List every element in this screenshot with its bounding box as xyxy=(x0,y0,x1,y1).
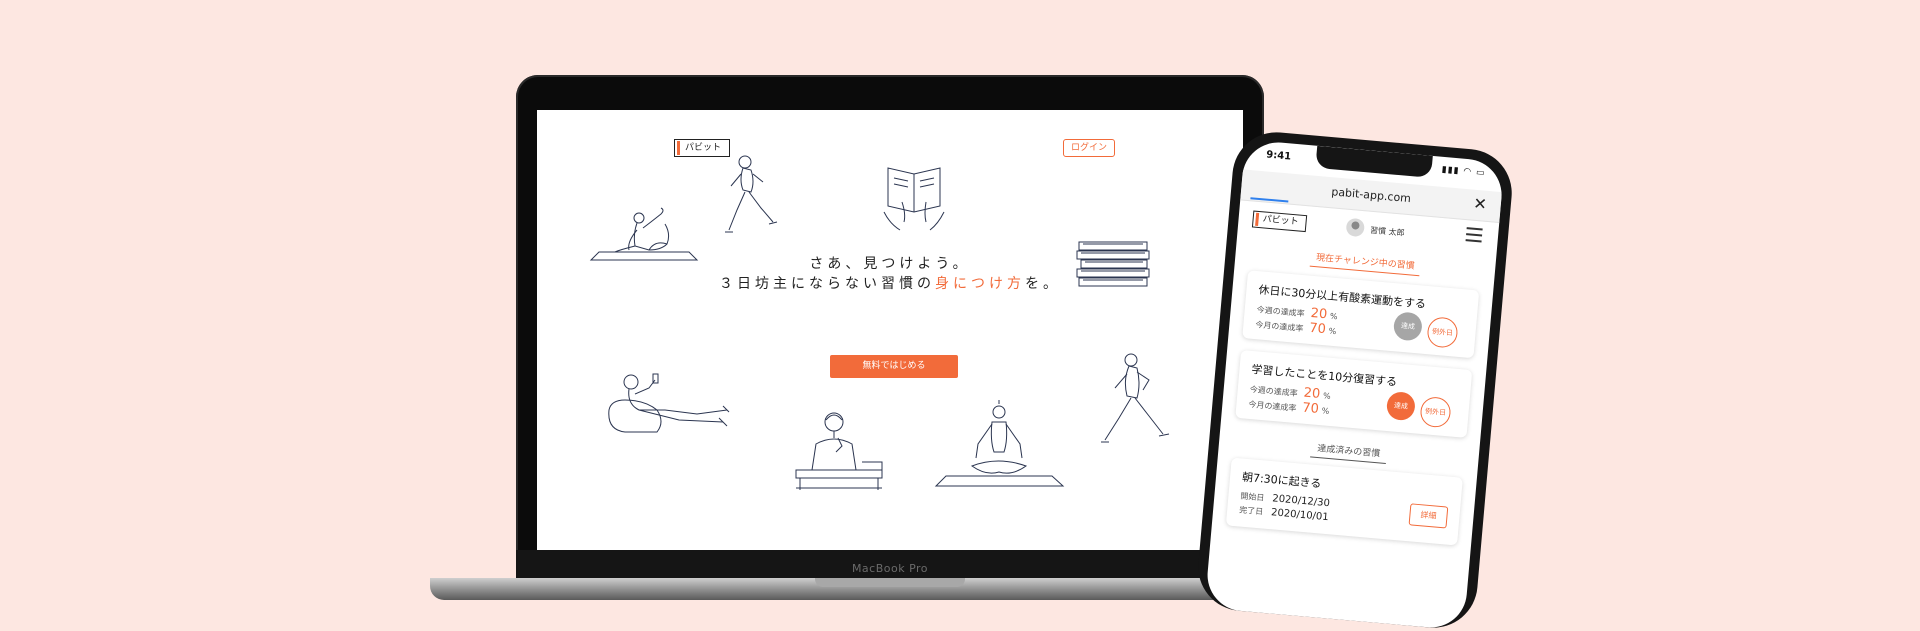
hero-headline-end: を。 xyxy=(1025,276,1061,292)
hero-headline-text: ３日坊主にならない習慣の xyxy=(719,276,935,292)
status-time: 9:41 xyxy=(1265,149,1292,163)
reading-book-illustration xyxy=(880,162,950,232)
laptop-brand-label: MacBook Pro xyxy=(851,562,929,575)
monthly-rate-label: 今月の達成率 xyxy=(1255,320,1304,334)
user-name: 習慣 太郎 xyxy=(1369,225,1405,238)
weekly-rate-percent: % xyxy=(1322,391,1332,401)
close-icon[interactable]: ✕ xyxy=(1473,194,1488,214)
user-avatar-icon[interactable] xyxy=(1345,217,1366,238)
habit-card[interactable]: 学習したことを10分復習する 今週の達成率 20% 今月の達成率 70% 達成 例外… xyxy=(1235,349,1473,438)
hero-headline-line1: さあ、見つけよう。 xyxy=(809,256,971,272)
phone-screen: 9:41 ▮▮▮ ◠ ▭ pabit-app.com ✕ パビット 習慣 太郎 … xyxy=(1204,139,1505,631)
login-button[interactable]: ログイン xyxy=(1063,139,1116,157)
achieve-button[interactable]: 達成 xyxy=(1385,390,1417,422)
laptop-hinge-notch xyxy=(815,578,965,587)
runner-man-illustration xyxy=(1097,350,1172,455)
start-date-label: 開始日 xyxy=(1240,491,1265,503)
start-free-button[interactable]: 無料ではじめる xyxy=(830,355,958,378)
thinking-man-desk-illustration xyxy=(792,408,887,493)
exception-day-button[interactable]: 例外日 xyxy=(1426,316,1459,349)
achieve-button[interactable]: 達成 xyxy=(1392,311,1424,342)
meditation-illustration xyxy=(932,400,1067,490)
status-icons: ▮▮▮ ◠ ▭ xyxy=(1441,164,1486,179)
weekly-rate-value: 20 xyxy=(1309,305,1328,323)
achieved-habit-title: 朝7:30に起きる xyxy=(1241,470,1322,491)
weekly-rate-value: 20 xyxy=(1303,385,1321,402)
end-date-value: 2020/10/01 xyxy=(1270,507,1330,524)
monthly-rate-label: 今月の達成率 xyxy=(1248,399,1297,413)
app-logo[interactable]: パビット xyxy=(1251,210,1308,233)
end-date-label: 完了日 xyxy=(1238,505,1264,517)
monthly-rate-percent: % xyxy=(1321,406,1330,416)
relaxing-phone-illustration xyxy=(605,370,735,435)
achieved-habits-heading-text: 達成済みの習慣 xyxy=(1310,440,1387,464)
phone-device: 9:41 ▮▮▮ ◠ ▭ pabit-app.com ✕ パビット 習慣 太郎 … xyxy=(1194,128,1516,631)
monthly-rate-percent: % xyxy=(1328,326,1337,337)
habit-card[interactable]: 休日に30分以上有酸素運動をする 今週の達成率 20% 今月の達成率 70% 達成 … xyxy=(1242,270,1480,359)
hero-headline-accent: 身につけ方 xyxy=(935,276,1025,292)
monthly-rate-value: 70 xyxy=(1308,320,1327,338)
start-date-value: 2020/12/30 xyxy=(1271,493,1331,510)
detail-button[interactable]: 詳細 xyxy=(1408,503,1449,529)
url-text[interactable]: pabit-app.com xyxy=(1241,177,1501,213)
exception-day-button[interactable]: 例外日 xyxy=(1419,395,1452,429)
runner-woman-illustration xyxy=(717,152,782,237)
weekly-rate-percent: % xyxy=(1329,311,1338,322)
hamburger-menu-icon[interactable] xyxy=(1465,227,1483,243)
achieved-habit-card[interactable]: 朝7:30に起きる 開始日 2020/12/30 完了日 2020/10/01 詳細 xyxy=(1225,457,1463,546)
hero-headline-line2: ３日坊主にならない習慣の身につけ方を。 xyxy=(537,273,1243,293)
laptop-screen: パビット ログイン さあ、見つけよう。 ３日坊主にならない習慣の身につけ方を。 … xyxy=(537,110,1243,550)
current-habits-heading-text: 現在チャレンジ中の習慣 xyxy=(1309,249,1422,277)
monthly-rate-value: 70 xyxy=(1301,400,1320,417)
